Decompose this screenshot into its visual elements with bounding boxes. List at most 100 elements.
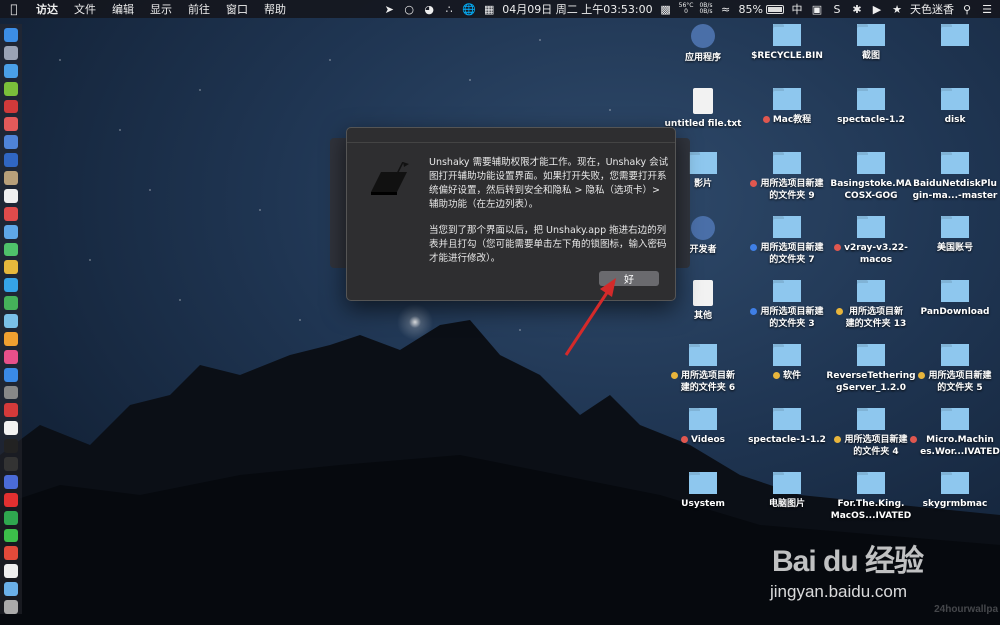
status-area: ➤ ○ ◕ ∴ 🌐 ▦ 04月09日 周二 上午03:53:00 ▩ 56°C …	[382, 1, 1000, 17]
volume-icon[interactable]: ▶	[870, 3, 884, 16]
desktop-item-name: 美国账号	[936, 243, 973, 253]
menu-file[interactable]: 文件	[66, 1, 104, 17]
app-icon-15[interactable]	[4, 278, 18, 293]
folder-icon	[857, 216, 885, 238]
app-icon-30[interactable]	[4, 546, 18, 561]
app-icon-21[interactable]	[4, 385, 18, 400]
app-icon-28[interactable]	[4, 510, 18, 525]
desktop-item-label: Usystem	[681, 498, 725, 510]
battery-status[interactable]: 85%	[739, 3, 784, 16]
app-icon-12[interactable]	[4, 224, 18, 239]
app-icon-25[interactable]	[4, 457, 18, 471]
app-icon-23[interactable]	[4, 421, 18, 436]
desktop-item[interactable]: ReverseTethering gServer_1.2.0	[826, 344, 916, 394]
app-icon-7[interactable]	[4, 135, 18, 150]
menu-clock[interactable]: 04月09日 周二 上午03:53:00	[502, 1, 652, 17]
terminal-icon[interactable]	[4, 439, 18, 453]
finder-icon[interactable]	[4, 28, 18, 42]
app-icon-17[interactable]	[4, 314, 18, 328]
safari-icon[interactable]	[4, 63, 18, 78]
user-name[interactable]: 天色迷香	[910, 1, 954, 17]
ok-button[interactable]: 好	[599, 271, 659, 286]
calendar-icon[interactable]: ▦	[482, 3, 496, 16]
app-icon-13[interactable]	[4, 242, 18, 257]
grid-icon[interactable]: ▩	[659, 3, 673, 16]
network-readout[interactable]: 0B/s 0B/s	[699, 3, 712, 15]
desktop-item[interactable]: spectacle-1-1.2	[742, 408, 832, 446]
launchpad-icon[interactable]	[4, 45, 18, 60]
dots-icon[interactable]: ∴	[442, 3, 456, 16]
desktop-item[interactable]: 截图	[826, 24, 916, 62]
desktop-item[interactable]: 用所选项目新建 的文件夹 3	[742, 280, 832, 330]
wifi-icon[interactable]: ≈	[719, 3, 733, 16]
desktop-item-label: Videos	[681, 434, 725, 446]
app-icon-22[interactable]	[4, 403, 18, 418]
desktop-item[interactable]: 用所选项目新 建的文件夹 13	[826, 280, 916, 330]
desktop-item[interactable]: BaiduNetdiskPlu gin-ma...-master	[910, 152, 1000, 202]
desktop-item[interactable]: 应用程序	[658, 24, 748, 64]
desktop-item[interactable]: 用所选项目新建 的文件夹 5	[910, 344, 1000, 394]
app-icon-10[interactable]	[4, 188, 18, 203]
trash-icon[interactable]	[4, 600, 18, 614]
downloads-folder-icon[interactable]	[4, 582, 18, 596]
ghost-icon[interactable]: ○	[402, 3, 416, 16]
screen-mirror-icon[interactable]: ▣	[810, 3, 824, 16]
desktop-item[interactable]: 软件	[742, 344, 832, 382]
desktop-item[interactable]: 用所选项目新建 的文件夹 7	[742, 216, 832, 266]
chrome-icon[interactable]	[4, 260, 18, 275]
desktop-item-label: For.The.King. MacOS...IVATED	[831, 498, 911, 522]
desktop-item[interactable]: spectacle-1.2	[826, 88, 916, 126]
desktop-item[interactable]: untitled file.txt	[658, 88, 748, 130]
desktop-item-name: untitled file.txt	[664, 119, 742, 129]
menu-edit[interactable]: 编辑	[104, 1, 142, 17]
app-icon-26[interactable]	[4, 474, 18, 489]
compass-icon[interactable]: ◕	[422, 3, 436, 16]
app-icon-18[interactable]	[4, 331, 18, 346]
desktop-item[interactable]: 美国账号	[910, 216, 1000, 254]
desktop-item[interactable]: 用所选项目新建 的文件夹 4	[826, 408, 916, 458]
music-icon[interactable]	[4, 349, 18, 364]
menu-help[interactable]: 帮助	[256, 1, 294, 17]
search-icon[interactable]: ⚲	[960, 3, 974, 16]
app-icon-11[interactable]	[4, 206, 18, 221]
app-icon-16[interactable]	[4, 296, 18, 310]
desktop-item[interactable]: For.The.King. MacOS...IVATED	[826, 472, 916, 522]
red-app-icon[interactable]	[4, 99, 18, 114]
rocket-icon[interactable]: ➤	[382, 3, 396, 16]
desktop-item[interactable]: Basingstoke.MA COSX-GOG	[826, 152, 916, 202]
app-icon-8[interactable]	[4, 153, 18, 167]
bluetooth-icon[interactable]: ✱	[850, 3, 864, 16]
notification-center-icon[interactable]: ☰	[980, 3, 994, 16]
menu-view[interactable]: 显示	[142, 1, 180, 17]
desktop-item[interactable]: disk	[910, 88, 1000, 126]
desktop-item[interactable]: Videos	[658, 408, 748, 446]
document-icon[interactable]	[4, 564, 18, 579]
menu-go[interactable]: 前往	[180, 1, 218, 17]
temperature-readout[interactable]: 56°C 0	[679, 3, 694, 15]
app-icon-9[interactable]	[4, 171, 18, 185]
desktop-item[interactable]: 用所选项目新 建的文件夹 6	[658, 344, 748, 394]
app-store-icon[interactable]	[4, 367, 18, 382]
apple-icon[interactable]: 	[0, 2, 28, 16]
star-icon[interactable]: ★	[890, 3, 904, 16]
desktop-item[interactable]: 用所选项目新建 的文件夹 9	[742, 152, 832, 202]
color-tag-dot	[750, 180, 758, 187]
input-method-indicator[interactable]: 中	[790, 3, 804, 16]
desktop-item[interactable]: v2ray-v3.22- macos	[826, 216, 916, 266]
desktop-item[interactable]: Mac教程	[742, 88, 832, 126]
calendar-app-icon[interactable]	[4, 117, 18, 132]
android-icon[interactable]	[4, 81, 18, 96]
desktop-item[interactable]: skygrmbmac	[910, 472, 1000, 510]
desktop-item[interactable]: $RECYCLE.BIN	[742, 24, 832, 62]
desktop-item[interactable]: 电脑图片	[742, 472, 832, 510]
wechat-icon[interactable]	[4, 528, 18, 543]
globe-icon[interactable]: 🌐	[462, 3, 476, 16]
desktop-item[interactable]	[910, 24, 1000, 50]
desktop-item[interactable]: Micro.Machin es.Wor...IVATED	[910, 408, 1000, 458]
s-app-icon[interactable]: S	[830, 3, 844, 16]
desktop-item[interactable]: PanDownload	[910, 280, 1000, 318]
desktop-item[interactable]: Usystem	[658, 472, 748, 510]
menu-window[interactable]: 窗口	[218, 1, 256, 17]
menu-app-name[interactable]: 访达	[28, 1, 66, 17]
yandex-icon[interactable]	[4, 492, 18, 507]
